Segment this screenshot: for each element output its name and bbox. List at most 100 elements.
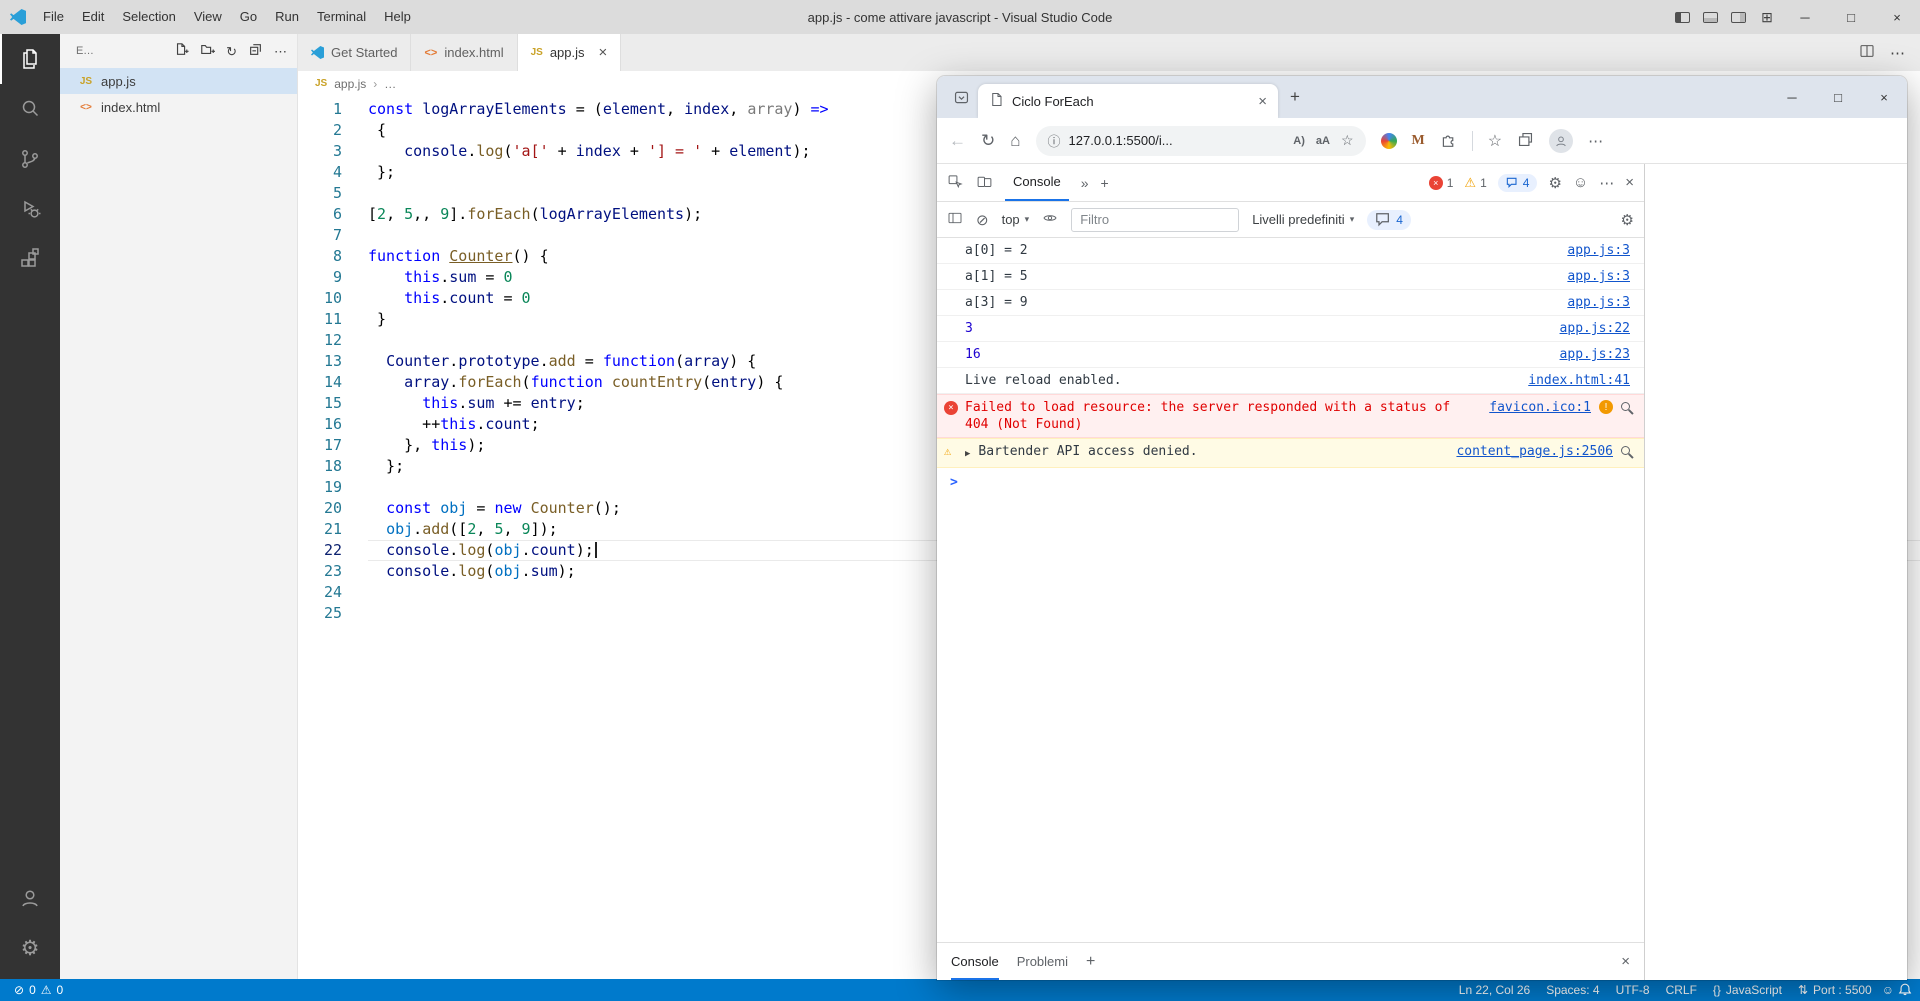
drawer-tab-console[interactable]: Console xyxy=(951,943,999,980)
devtools-more-icon[interactable]: ⋯ xyxy=(1599,174,1614,192)
refresh-icon[interactable]: ↻ xyxy=(981,131,995,151)
favorites-icon[interactable]: ☆ xyxy=(1488,131,1502,151)
extensions-puzzle-icon[interactable] xyxy=(1440,131,1457,151)
search-icon[interactable] xyxy=(1621,446,1630,455)
drawer-add-icon[interactable]: + xyxy=(1086,953,1095,971)
menu-selection[interactable]: Selection xyxy=(113,0,184,34)
line-number[interactable]: 25 xyxy=(298,603,342,624)
line-number[interactable]: 19 xyxy=(298,477,342,498)
url-text[interactable]: 127.0.0.1:5500/i... xyxy=(1069,133,1286,148)
console-source-link[interactable]: app.js:3 xyxy=(1567,242,1630,259)
settings-gear-icon[interactable]: ⚙ xyxy=(0,923,60,973)
tab-actions-menu-icon[interactable] xyxy=(945,76,978,118)
line-number[interactable]: 24 xyxy=(298,582,342,603)
activity-explorer-icon[interactable] xyxy=(0,34,60,84)
console-source-link[interactable]: app.js:3 xyxy=(1567,294,1630,311)
line-number[interactable]: 20 xyxy=(298,498,342,519)
status-indentation[interactable]: Spaces: 4 xyxy=(1540,983,1605,997)
line-numbers[interactable]: 1 2 3 4 5 6 7 8 9 10 11 12 13 14 15 16 17 18 19 20 21 22 23 24 2… xyxy=(298,99,368,979)
console-settings-icon[interactable]: ⚙ xyxy=(1621,211,1634,229)
address-bar[interactable]: ⓘ 127.0.0.1:5500/i... A) aA ☆ xyxy=(1035,125,1366,156)
menu-terminal[interactable]: Terminal xyxy=(308,0,375,34)
tab-index.html[interactable]: <> index.html xyxy=(411,34,518,71)
line-number[interactable]: 9 xyxy=(298,267,342,288)
back-icon[interactable]: ← xyxy=(949,131,966,151)
inspect-element-icon[interactable] xyxy=(947,173,964,193)
toggle-panel-icon[interactable] xyxy=(1696,0,1724,34)
issue-icon[interactable]: ! xyxy=(1599,400,1613,414)
line-number[interactable]: 17 xyxy=(298,435,342,456)
console-source-link[interactable]: app.js:23 xyxy=(1560,346,1630,363)
tab-get-started[interactable]: Get Started xyxy=(298,34,412,71)
line-number[interactable]: 15 xyxy=(298,393,342,414)
menu-go[interactable]: Go xyxy=(231,0,266,34)
clear-console-icon[interactable]: ⊘ xyxy=(976,211,989,229)
line-number[interactable]: 23 xyxy=(298,561,342,582)
menu-file[interactable]: File xyxy=(34,0,73,34)
devtools-settings-icon[interactable]: ⚙ xyxy=(1548,174,1561,192)
toggle-sidebar-icon[interactable] xyxy=(1668,0,1696,34)
activity-run-debug-icon[interactable] xyxy=(0,184,60,234)
context-selector[interactable]: top ▾ xyxy=(1002,212,1030,227)
collections-icon[interactable] xyxy=(1517,131,1534,151)
editor-more-icon[interactable]: ⋯ xyxy=(1890,44,1905,62)
line-number[interactable]: 21 xyxy=(298,519,342,540)
line-number[interactable]: 6 xyxy=(298,204,342,225)
console-sidebar-icon[interactable] xyxy=(947,210,963,229)
status-eol[interactable]: CRLF xyxy=(1660,983,1703,997)
new-tab-button[interactable]: + xyxy=(1278,76,1312,118)
console-source-link[interactable]: favicon.ico:1 xyxy=(1489,399,1591,416)
problems-button[interactable]: ⊘ 0 ⚠ 0 xyxy=(8,983,69,997)
minimize-button[interactable]: ─ xyxy=(1782,0,1828,34)
account-icon[interactable] xyxy=(0,873,60,923)
line-number[interactable]: 4 xyxy=(298,162,342,183)
more-actions-icon[interactable]: ⋯ xyxy=(274,45,287,58)
line-number[interactable]: 7 xyxy=(298,225,342,246)
toggle-secondary-sidebar-icon[interactable] xyxy=(1724,0,1752,34)
menu-help[interactable]: Help xyxy=(375,0,420,34)
line-number[interactable]: 16 xyxy=(298,414,342,435)
line-number[interactable]: 13 xyxy=(298,351,342,372)
tab-app.js[interactable]: JS app.js × xyxy=(517,34,622,71)
line-number[interactable]: 18 xyxy=(298,456,342,477)
translate-icon[interactable]: aA xyxy=(1316,135,1330,147)
collapse-folders-icon[interactable] xyxy=(248,42,263,60)
line-number[interactable]: 22 xyxy=(298,540,342,561)
status-port-forward[interactable]: ⇅ Port : 5500 xyxy=(1792,983,1878,997)
error-badge[interactable]: × 1 xyxy=(1428,175,1453,190)
extension-pinwheel-icon[interactable] xyxy=(1380,132,1397,149)
console-source-link[interactable]: app.js:3 xyxy=(1567,268,1630,285)
browser-tab-close-icon[interactable]: × xyxy=(1258,93,1267,110)
close-button[interactable]: × xyxy=(1874,0,1920,34)
device-toolbar-icon[interactable] xyxy=(976,173,993,193)
status-encoding[interactable]: UTF-8 xyxy=(1610,983,1656,997)
favorite-star-icon[interactable]: ☆ xyxy=(1341,132,1354,149)
new-folder-icon[interactable] xyxy=(200,42,216,60)
live-expression-eye-icon[interactable] xyxy=(1042,210,1058,229)
devtools-tab-console[interactable]: Console xyxy=(1005,164,1069,201)
home-icon[interactable]: ⌂ xyxy=(1010,131,1020,151)
search-icon[interactable] xyxy=(1621,402,1630,411)
status-cursor-position[interactable]: Ln 22, Col 26 xyxy=(1453,983,1536,997)
status-language-mode[interactable]: {} JavaScript xyxy=(1707,983,1788,997)
line-number[interactable]: 10 xyxy=(298,288,342,309)
drawer-tab-problemi[interactable]: Problemi xyxy=(1017,943,1068,980)
extension-m-icon[interactable]: M xyxy=(1412,133,1425,149)
line-number[interactable]: 1 xyxy=(298,99,342,120)
devtools-close-icon[interactable]: × xyxy=(1625,174,1634,191)
expand-icon[interactable]: ▶ xyxy=(965,446,970,463)
activity-extensions-icon[interactable] xyxy=(0,234,60,284)
read-aloud-icon[interactable]: A) xyxy=(1293,135,1305,147)
menu-edit[interactable]: Edit xyxy=(73,0,113,34)
breadcrumb-file[interactable]: app.js xyxy=(334,77,366,91)
menu-view[interactable]: View xyxy=(185,0,231,34)
line-number[interactable]: 3 xyxy=(298,141,342,162)
split-editor-icon[interactable] xyxy=(1859,43,1875,62)
line-number[interactable]: 12 xyxy=(298,330,342,351)
console-source-link[interactable]: app.js:22 xyxy=(1560,320,1630,337)
drawer-close-icon[interactable]: × xyxy=(1621,953,1630,970)
log-levels-selector[interactable]: Livelli predefiniti ▾ xyxy=(1252,212,1354,227)
activity-search-icon[interactable] xyxy=(0,84,60,134)
console-prompt[interactable]: > xyxy=(937,468,1644,497)
console-filter-input[interactable] xyxy=(1071,207,1240,232)
